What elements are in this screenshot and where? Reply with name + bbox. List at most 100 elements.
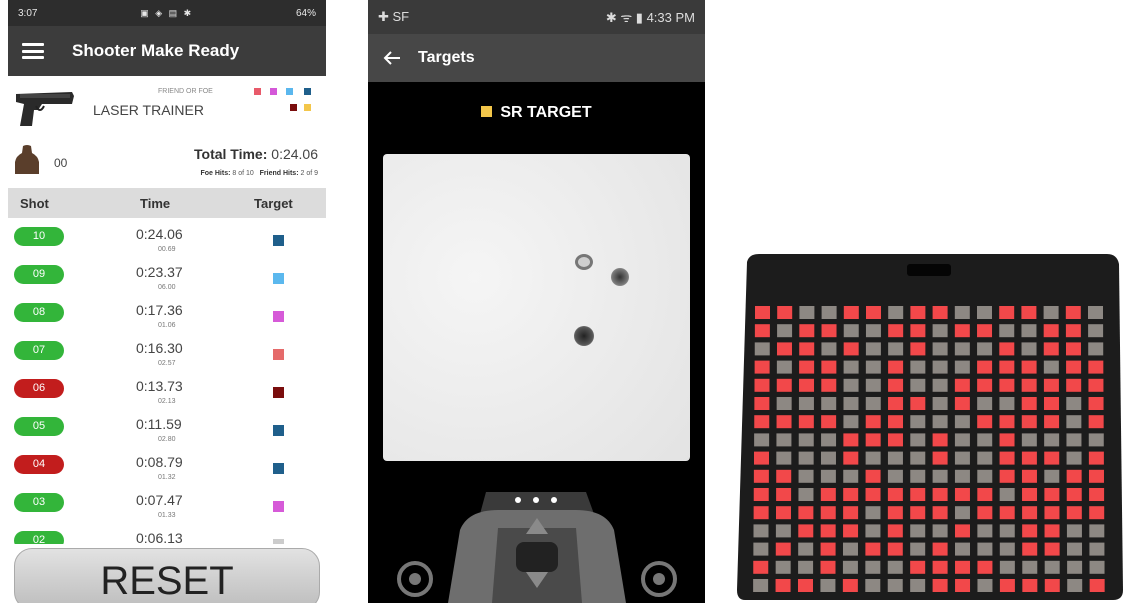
led-pixel — [1043, 342, 1059, 356]
shot-counter: 00 — [54, 156, 68, 170]
led-pixel — [888, 397, 904, 410]
shot-time: 0:06.13 — [136, 530, 183, 544]
led-pixel — [798, 542, 814, 556]
led-pixel — [798, 415, 814, 429]
shot-row[interactable]: 09 0:23.37 06.00 — [8, 260, 326, 298]
shot-time: 0:16.30 — [136, 340, 183, 356]
back-arrow-icon[interactable] — [382, 48, 402, 68]
led-pixel — [1021, 397, 1037, 410]
led-pixel — [865, 433, 881, 447]
shot-row[interactable]: 02 0:06.13 — [8, 526, 326, 544]
shot-time: 0:23.37 — [136, 264, 183, 280]
led-pixel — [977, 469, 993, 483]
shot-row[interactable]: 04 0:08.79 01.32 — [8, 450, 326, 488]
led-pixel — [865, 579, 881, 592]
led-pixel — [843, 342, 859, 356]
led-pixel — [776, 433, 792, 447]
led-pixel — [798, 560, 814, 574]
led-pixel — [932, 433, 948, 447]
led-pixel — [910, 451, 926, 465]
reset-button[interactable]: RESET — [14, 548, 320, 603]
led-pixel — [1044, 560, 1060, 574]
led-pixel — [1088, 451, 1104, 465]
led-pixel — [977, 524, 993, 538]
led-pixel — [954, 324, 970, 338]
shot-row[interactable]: 03 0:07.47 01.33 — [8, 488, 326, 526]
led-pixel — [932, 560, 948, 574]
status-time: 4:33 PM — [646, 10, 695, 25]
led-pixel — [843, 488, 859, 501]
target-color-marker — [273, 501, 284, 512]
led-pixel — [955, 579, 971, 592]
led-pixel — [776, 415, 792, 429]
friend-or-foe-label: FRIEND OR FOE — [158, 88, 213, 95]
led-pixel — [776, 488, 792, 501]
led-pixel — [798, 506, 814, 520]
shot-row[interactable]: 07 0:16.30 02.57 — [8, 336, 326, 374]
shot-time: 0:08.79 — [136, 454, 183, 470]
led-pixel — [754, 378, 770, 392]
led-pixel — [1021, 378, 1037, 392]
led-pixel — [887, 560, 903, 574]
led-pixel — [821, 433, 837, 447]
led-pixel — [999, 560, 1015, 574]
hamburger-menu-icon[interactable] — [22, 43, 44, 59]
led-pixel — [888, 415, 904, 429]
led-pixel — [865, 360, 881, 374]
app-bar: Targets — [368, 34, 705, 82]
left-control-icon[interactable] — [396, 560, 434, 598]
led-pixel — [775, 560, 791, 574]
led-pixel — [798, 524, 814, 538]
led-pixel — [1088, 306, 1103, 319]
led-pixel — [932, 524, 948, 538]
led-pixel — [843, 360, 859, 374]
led-pixel — [999, 324, 1015, 338]
shot-number-badge: 03 — [14, 493, 64, 512]
foe-hits-label: Foe Hits: — [200, 170, 231, 177]
shot-row[interactable]: 05 0:11.59 02.80 — [8, 412, 326, 450]
trainer-name: LASER TRAINER — [93, 102, 204, 118]
shot-row[interactable]: 08 0:17.36 01.06 — [8, 298, 326, 336]
led-pixel — [776, 397, 792, 410]
led-pixel — [1066, 451, 1082, 465]
led-pixel — [887, 451, 903, 465]
shot-table-body[interactable]: 10 0:24.06 00.69 09 0:23.37 06.00 08 0:17.36 01.… — [8, 222, 326, 544]
right-control-icon[interactable] — [640, 560, 678, 598]
led-pixel — [754, 415, 770, 429]
led-pixel — [954, 378, 970, 392]
page-title: Targets — [418, 49, 475, 66]
led-pixel — [954, 469, 970, 483]
led-pixel — [1065, 342, 1081, 356]
split-time: 06.00 — [158, 284, 176, 291]
led-pixel — [954, 488, 970, 501]
led-pixel — [1088, 469, 1104, 483]
led-pixel — [999, 542, 1015, 556]
led-pixel — [799, 342, 815, 356]
led-pixel — [910, 360, 926, 374]
led-pixel — [1066, 433, 1082, 447]
led-pixel — [1043, 324, 1059, 338]
led-pixel — [932, 451, 948, 465]
led-pixel — [977, 378, 993, 392]
led-pixel — [775, 542, 791, 556]
led-pixel — [799, 324, 815, 338]
led-pixel — [954, 342, 970, 356]
target-color-marker — [273, 349, 284, 360]
split-time: 01.06 — [158, 322, 176, 329]
led-pixel — [887, 579, 903, 592]
led-pixel — [999, 397, 1015, 410]
led-pixel — [1021, 469, 1037, 483]
led-pixel — [798, 469, 814, 483]
shot-row[interactable]: 06 0:13.73 02.13 — [8, 374, 326, 412]
led-pixel — [865, 451, 881, 465]
led-pixel — [754, 360, 770, 374]
bullet-hole — [574, 326, 594, 346]
led-pixel — [977, 397, 993, 410]
shot-row[interactable]: 10 0:24.06 00.69 — [8, 222, 326, 260]
target-paper[interactable] — [383, 154, 690, 461]
led-pixel — [1066, 506, 1082, 520]
led-pixel — [954, 524, 970, 538]
session-stats: 00 Total Time: 0:24.06 Foe Hits: 8 of 10… — [8, 138, 326, 188]
shot-time: 0:11.59 — [136, 416, 182, 432]
led-pixel — [932, 342, 948, 356]
